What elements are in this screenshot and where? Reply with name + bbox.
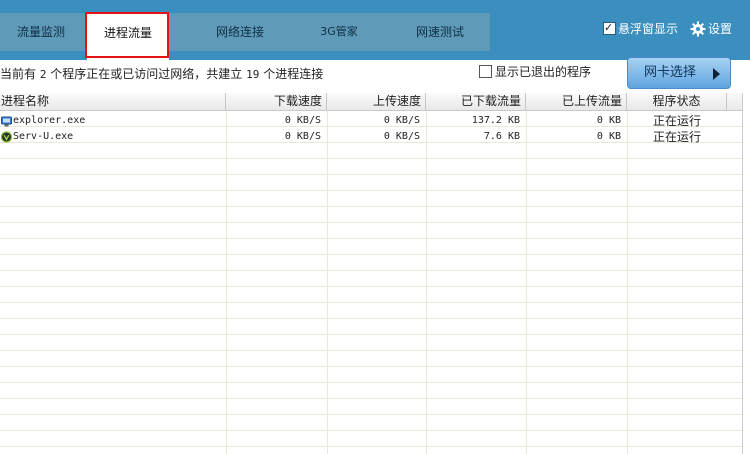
show-exited-toggle[interactable]: 显示已退出的程序 (479, 64, 591, 80)
settings-button[interactable]: 设置 (690, 20, 732, 38)
tab-3g-manager[interactable]: 3G管家 (298, 13, 380, 51)
connection-summary: 当前有 2 个程序正在或已访问过网络，共建立 19 个进程连接 (0, 66, 323, 82)
play-arrow-icon (713, 68, 720, 80)
nic-select-label: 网卡选择 (644, 65, 697, 80)
cell-upload-speed: 0 KB/S (383, 115, 420, 126)
settings-label: 设置 (708, 22, 733, 36)
cell-downloaded: 7.6 KB (483, 131, 520, 142)
tab-process-traffic[interactable]: 进程流量 (87, 13, 169, 60)
float-window-checkbox[interactable] (603, 20, 616, 36)
cell-status: 正在运行 (652, 114, 701, 128)
show-exited-checkbox[interactable] (479, 65, 492, 78)
column-header-upload-speed[interactable]: 上传速度 (327, 93, 426, 110)
summary-suffix: 个进程连接 (263, 67, 324, 81)
column-header-downloaded[interactable]: 已下载流量 (426, 93, 526, 110)
gear-icon (690, 21, 706, 37)
summary-prefix: 当前有 (0, 67, 37, 81)
table-grid (0, 111, 742, 454)
float-window-label: 悬浮窗显示 (618, 22, 679, 36)
column-header-name[interactable]: 进程名称 (0, 93, 226, 110)
cell-uploaded: 0 KB (596, 131, 621, 142)
cell-download-speed: 0 KB/S (284, 115, 321, 126)
process-table: 进程名称 下载速度 上传速度 已下载流量 已上传流量 程序状态 explorer… (0, 93, 743, 454)
cell-uploaded: 0 KB (596, 115, 621, 126)
column-divider (627, 111, 628, 454)
column-divider (327, 111, 328, 454)
float-window-toggle[interactable]: 悬浮窗显示 (603, 20, 679, 37)
table-row[interactable]: explorer.exe 0 KB/S 0 KB/S 137.2 KB 0 KB… (0, 113, 742, 129)
summary-middle: 个程序正在或已访问过网络，共建立 (50, 67, 243, 81)
table-row[interactable]: Serv-U.exe 0 KB/S 0 KB/S 7.6 KB 0 KB 正在运… (0, 129, 742, 145)
cell-status: 正在运行 (652, 130, 701, 144)
cell-downloaded: 137.2 KB (471, 115, 520, 126)
cell-process-name: explorer.exe (13, 115, 86, 126)
show-exited-label: 显示已退出的程序 (495, 65, 592, 79)
process-count: 2 (39, 68, 47, 81)
column-divider (226, 111, 227, 454)
table-header: 进程名称 下载速度 上传速度 已下载流量 已上传流量 程序状态 (0, 93, 742, 111)
cell-process-name: Serv-U.exe (13, 131, 74, 142)
column-divider (426, 111, 427, 454)
column-header-status[interactable]: 程序状态 (627, 93, 727, 110)
tab-network-connections[interactable]: 网络连接 (194, 13, 286, 51)
column-header-uploaded[interactable]: 已上传流量 (526, 93, 627, 110)
tab-traffic-monitor[interactable]: 流量监测 (0, 13, 82, 51)
nic-select-button[interactable]: 网卡选择 (627, 57, 731, 89)
connection-count: 19 (246, 68, 260, 81)
cell-download-speed: 0 KB/S (284, 131, 321, 142)
tab-speed-test[interactable]: 网速测试 (398, 13, 482, 51)
column-header-download-speed[interactable]: 下载速度 (226, 93, 327, 110)
cell-upload-speed: 0 KB/S (383, 131, 420, 142)
column-divider (526, 111, 527, 454)
